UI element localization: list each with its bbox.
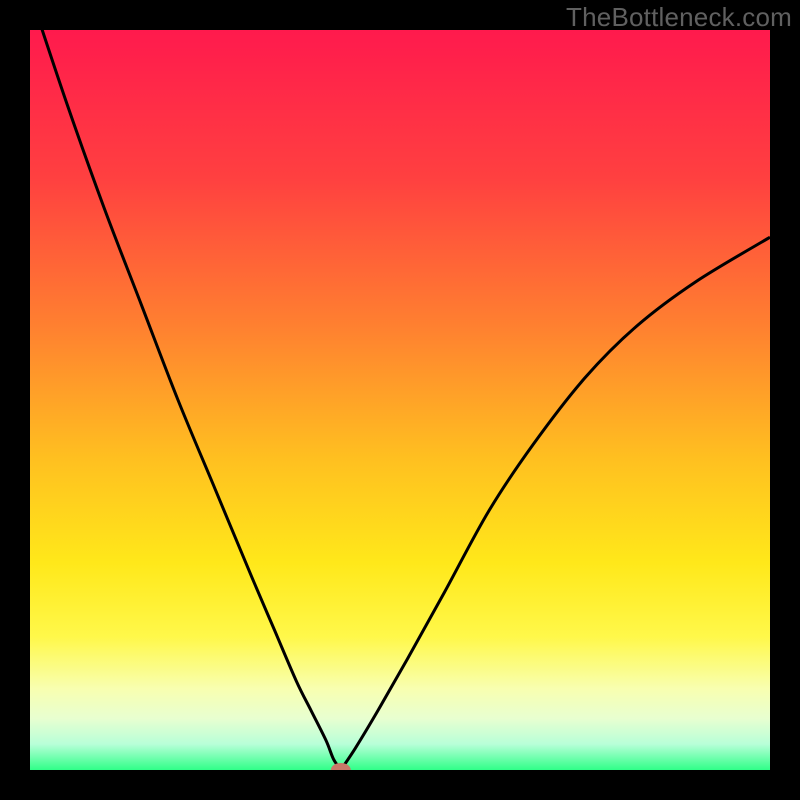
plot-area: [30, 30, 770, 770]
chart-background: [30, 30, 770, 770]
watermark-text: TheBottleneck.com: [566, 2, 792, 33]
chart-frame: TheBottleneck.com: [0, 0, 800, 800]
bottleneck-chart: [30, 30, 770, 770]
